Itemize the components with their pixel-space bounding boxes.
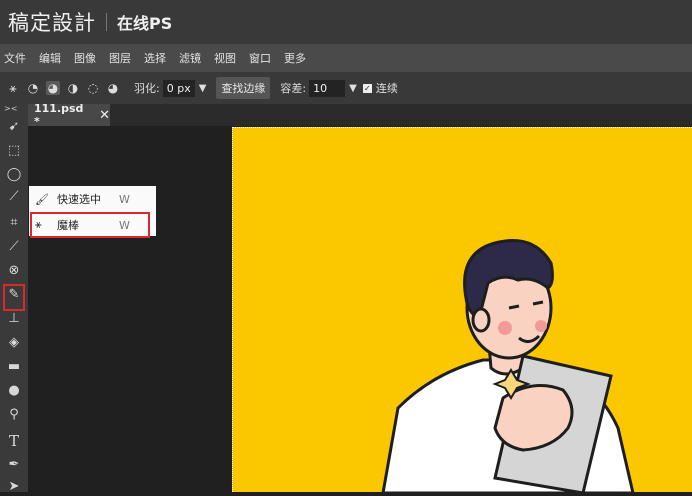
feather-dropdown-icon[interactable]: ▼	[199, 83, 207, 94]
gradient-tool-icon[interactable]: ▬	[4, 358, 24, 376]
crop-tool-icon[interactable]: ⌗	[4, 214, 24, 232]
menu-layer[interactable]: 图层	[109, 50, 131, 66]
app-subtitle: 在线PS	[117, 14, 173, 33]
menu-view[interactable]: 视图	[214, 50, 236, 66]
logo-divider	[106, 13, 107, 31]
selection-new-icon[interactable]: ◔	[26, 81, 40, 95]
selection-refine-icon[interactable]: ◕	[106, 81, 120, 95]
document-tab-title: 111.psd *	[34, 102, 84, 128]
app-header: 稿定設計 在线PS	[0, 0, 692, 44]
selection-add-icon[interactable]: ◕	[46, 81, 60, 95]
flyout-item-quick-select[interactable]: 🖌 快速选中 W	[29, 187, 156, 211]
menu-bar: 文件 编辑 图像 图层 选择 滤镜 视图 窗口 更多	[0, 44, 692, 72]
document-canvas[interactable]	[232, 127, 692, 492]
feather-label: 羽化:	[134, 82, 160, 95]
tolerance-dropdown-icon[interactable]: ▼	[349, 83, 357, 94]
tolerance-label: 容差:	[280, 82, 307, 95]
menu-select[interactable]: 选择	[144, 50, 166, 66]
feather-input[interactable]: 0 px	[162, 79, 195, 97]
illustration	[381, 239, 635, 492]
lasso-tool-icon[interactable]: ◯	[4, 166, 24, 184]
magic-wand-icon: ⚹	[9, 80, 17, 95]
path-select-tool-icon[interactable]: ➤	[4, 478, 24, 496]
selection-subtract-icon[interactable]: ◑	[66, 81, 80, 95]
quick-select-icon: 🖌	[35, 192, 49, 206]
menu-more[interactable]: 更多	[284, 50, 306, 66]
app-logo[interactable]: 稿定設計	[8, 7, 96, 37]
collapse-icon[interactable]: ><	[4, 104, 17, 113]
document-tab[interactable]: 111.psd * ✕	[28, 102, 110, 128]
contiguous-checkbox[interactable]: ✓	[362, 83, 372, 93]
healing-tool-icon[interactable]: ⊗	[4, 262, 24, 280]
flyout-item-label: 快速选中	[57, 193, 101, 206]
options-bar: ⚹ ◔ ◕ ◑ ◌ ◕ 羽化: 0 px ▼ 查找边缘 容差: 10 ▼ ✓ 连…	[0, 72, 692, 104]
contiguous-label: 连续	[375, 82, 398, 95]
menu-edit[interactable]: 编辑	[39, 50, 61, 66]
text-tool-icon[interactable]: T	[4, 432, 24, 450]
pen-tool-icon[interactable]: ✒	[4, 456, 24, 474]
menu-window[interactable]: 窗口	[249, 50, 271, 66]
tool-bar: >< ➹ ⬚ ◯ ⟋ ⌗ ⟋ ⊗ ✎ ⊥ ◈ ▬ ● ⚲ T ✒ ➤	[0, 104, 28, 494]
tolerance-input[interactable]: 10	[309, 79, 346, 97]
marquee-tool-icon[interactable]: ⬚	[4, 142, 24, 160]
menu-filter[interactable]: 滤镜	[179, 50, 201, 66]
flyout-item-shortcut: W	[119, 192, 130, 206]
blur-tool-icon[interactable]: ●	[4, 382, 24, 400]
magic-wand-highlight	[30, 212, 150, 238]
document-tab-bar: 111.psd * ✕	[28, 102, 692, 128]
dodge-tool-icon[interactable]: ⚲	[4, 406, 24, 424]
menu-file[interactable]: 文件	[4, 50, 26, 66]
menu-image[interactable]: 图像	[74, 50, 96, 66]
close-icon[interactable]: ✕	[99, 108, 110, 123]
move-tool-icon[interactable]: ➹	[4, 118, 24, 136]
eraser-tool-icon[interactable]: ◈	[4, 334, 24, 352]
eyedropper-tool-icon[interactable]: ⟋	[4, 238, 24, 256]
selection-intersect-icon[interactable]: ◌	[86, 81, 100, 95]
magic-wand-tool-icon[interactable]: ⟋	[4, 188, 24, 206]
stamp-tool-icon[interactable]: ⊥	[4, 310, 24, 328]
active-tool-highlight	[3, 284, 25, 311]
find-edge-button[interactable]: 查找边缘	[216, 77, 271, 99]
